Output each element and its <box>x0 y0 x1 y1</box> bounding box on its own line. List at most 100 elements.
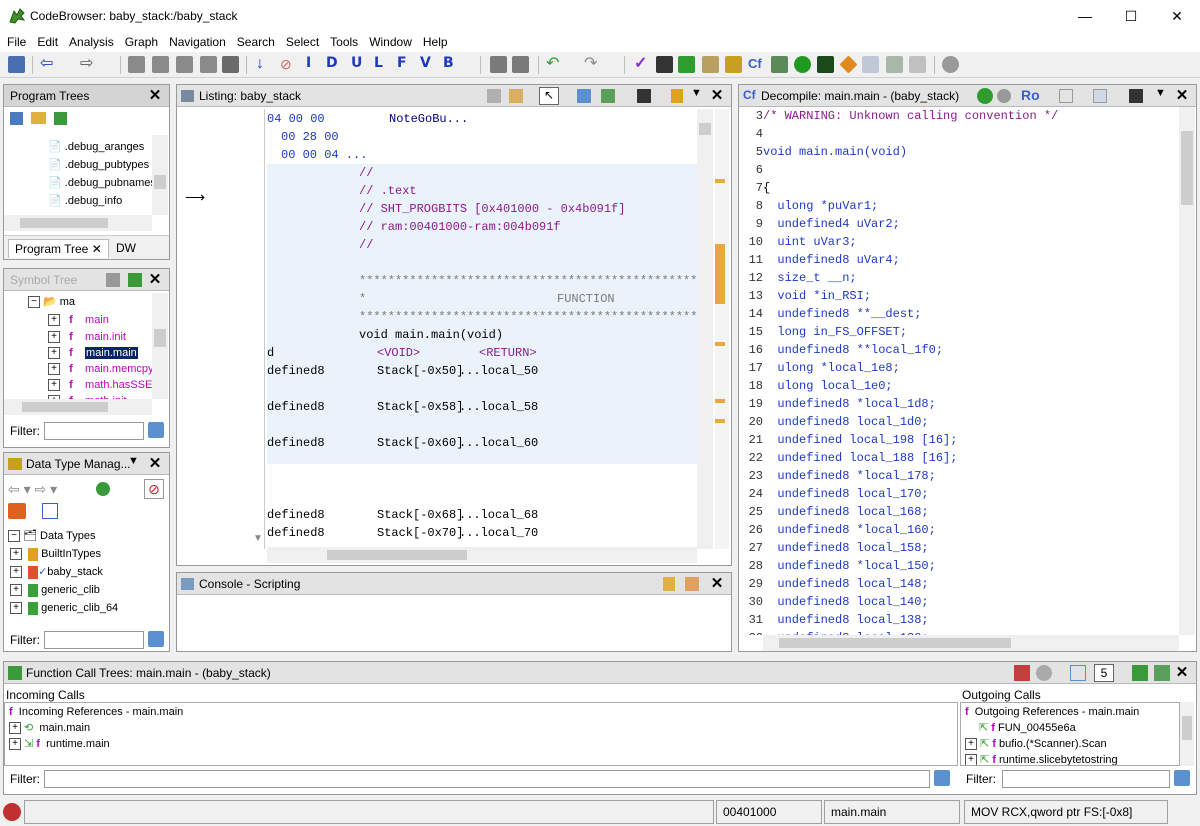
merge-icon[interactable] <box>54 112 67 125</box>
symbol-item[interactable]: + f main <box>48 311 109 329</box>
strings-icon[interactable] <box>702 56 719 73</box>
menu-analysis[interactable]: Analysis <box>65 32 118 52</box>
depth-count[interactable]: 5 <box>1094 664 1114 682</box>
nav-next-undefined-icon[interactable] <box>176 56 193 73</box>
local-var-row[interactable]: defined8 <box>267 526 325 540</box>
code-line[interactable]: long in_FS_OFFSET; <box>763 323 907 341</box>
incoming-item[interactable]: + ⇲ f runtime.main <box>9 735 110 753</box>
copy-icon[interactable] <box>487 89 501 103</box>
code-line[interactable]: undefined8 local_1d0; <box>763 413 928 431</box>
dtm-filter-toggle-icon[interactable]: ⊘ <box>144 479 164 499</box>
home-icon[interactable] <box>1014 665 1030 681</box>
help-icon[interactable] <box>942 56 959 73</box>
folder-ma[interactable]: − 📂 ma <box>28 293 75 311</box>
code-line[interactable]: undefined8 **__dest; <box>763 305 921 323</box>
decompile-hscroll[interactable] <box>763 635 1179 651</box>
menu-edit[interactable]: Edit <box>33 32 62 52</box>
local-var-row[interactable]: defined8 <box>267 400 325 414</box>
open-folder-icon[interactable] <box>31 112 46 124</box>
console-icon[interactable] <box>817 56 834 73</box>
close-listing-button[interactable]: ✕ <box>709 85 725 107</box>
outgoing-item[interactable]: + ⇱ f runtime.slicebytetostring <box>965 751 1118 765</box>
menu-tools[interactable]: Tools <box>326 32 362 52</box>
listing-icon[interactable] <box>862 56 879 73</box>
toolbar-letter-v[interactable]: V <box>420 55 431 71</box>
menu-file[interactable]: File <box>3 32 30 52</box>
clear-console-icon[interactable] <box>685 577 699 591</box>
symbol-tree-vscroll[interactable] <box>152 293 168 399</box>
outgoing-filter-options-icon[interactable] <box>1174 770 1190 786</box>
code-line[interactable]: undefined4 uVar2; <box>763 215 899 233</box>
code-line[interactable]: undefined8 local_148; <box>763 575 928 593</box>
code-line[interactable]: undefined8 *local_1d8; <box>763 395 935 413</box>
code-line[interactable]: undefined8 *local_160; <box>763 521 935 539</box>
toolbar-letter-f[interactable]: F <box>397 55 407 71</box>
nav-next-function-icon[interactable] <box>222 56 239 73</box>
nav-next-label-icon[interactable] <box>200 56 217 73</box>
toolbar-letter-d[interactable]: D <box>326 55 338 71</box>
redo-icon[interactable]: ↷ <box>584 56 601 73</box>
edit-signature-icon[interactable] <box>1093 89 1107 103</box>
close-console-button[interactable]: ✕ <box>709 573 725 595</box>
close-data-type-manager-button[interactable]: ✕ <box>147 453 163 475</box>
toolbar-letter-u[interactable]: U <box>351 55 362 71</box>
code-line[interactable]: ulong local_1e0; <box>763 377 892 395</box>
decompile-vscroll[interactable] <box>1179 107 1195 635</box>
incoming-filter-input[interactable] <box>44 770 930 788</box>
data-type-archive[interactable]: + generic_clib_64 <box>10 599 118 617</box>
listing-hscroll[interactable] <box>267 547 697 563</box>
incoming-filter-options-icon[interactable] <box>934 770 950 786</box>
code-line[interactable]: /* WARNING: Unknown calling convention *… <box>763 107 1058 125</box>
decompiler-icon[interactable]: Cf <box>748 56 765 73</box>
script-manager-icon[interactable] <box>886 56 903 73</box>
toolbar-letter-l[interactable]: L <box>374 55 383 71</box>
outgoing-filter-input[interactable] <box>1002 770 1170 788</box>
tree-item[interactable]: 📄 .debug_info <box>48 192 122 210</box>
field-editor-icon[interactable] <box>577 89 591 103</box>
menu-help[interactable]: Help <box>419 32 452 52</box>
local-var-row[interactable]: defined8 <box>267 508 325 522</box>
run-script-icon[interactable] <box>794 56 811 73</box>
diff-icon[interactable] <box>601 89 615 103</box>
read-only-toggle[interactable]: Ro <box>1021 87 1040 103</box>
code-line[interactable]: undefined8 uVar4; <box>763 251 899 269</box>
listing-menu-dropdown-icon[interactable]: ▼ <box>691 87 702 99</box>
close-window-button[interactable]: ✕ <box>1154 0 1200 32</box>
code-line[interactable]: undefined8 local_158; <box>763 539 928 557</box>
tree-item[interactable]: 📄 .debug_pubtypes <box>48 156 149 174</box>
code-line[interactable]: undefined8 **local_1f0; <box>763 341 943 359</box>
decompile-menu-dropdown-icon[interactable]: ▼ <box>1155 87 1166 99</box>
code-line[interactable]: undefined8 *local_178; <box>763 467 935 485</box>
cursor-mode-icon[interactable]: ↖ <box>539 87 559 105</box>
code-line[interactable]: undefined8 *local_150; <box>763 557 935 575</box>
minimize-button[interactable]: — <box>1062 0 1108 32</box>
code-line[interactable]: void main.main(void) <box>763 143 907 161</box>
code-line[interactable]: undefined8 local_168; <box>763 503 928 521</box>
menu-graph[interactable]: Graph <box>121 32 162 52</box>
function-graph-icon[interactable] <box>678 56 695 73</box>
copy-decompile-icon[interactable] <box>1059 89 1073 103</box>
code-line[interactable]: ulong *puVar1; <box>763 197 878 215</box>
data-type-archive[interactable]: + generic_clib <box>10 581 100 599</box>
code-line[interactable]: undefined8 local_138; <box>763 611 928 629</box>
code-line[interactable]: void *in_RSI; <box>763 287 871 305</box>
export-calls-icon[interactable] <box>1132 665 1148 681</box>
code-line[interactable]: { <box>763 179 770 197</box>
data-types-icon[interactable] <box>725 56 742 73</box>
snapshot-icon[interactable] <box>637 89 651 103</box>
local-var-row[interactable]: defined8 <box>267 364 325 378</box>
close-call-trees-button[interactable]: ✕ <box>1174 662 1190 684</box>
menu-search[interactable]: Search <box>233 32 279 52</box>
bytes-viewer-icon[interactable] <box>656 56 673 73</box>
console-error-icon[interactable] <box>3 803 21 821</box>
symbol-filter-input[interactable] <box>44 422 144 440</box>
close-decompile-button[interactable]: ✕ <box>1174 85 1190 107</box>
nav-next-data-icon[interactable] <box>152 56 169 73</box>
lock-icon[interactable] <box>663 577 675 591</box>
code-line[interactable]: undefined local_198 [16]; <box>763 431 957 449</box>
tree-item[interactable]: 📄 .debug_aranges <box>48 138 144 156</box>
navigate-calls-icon[interactable] <box>1154 665 1170 681</box>
snapshot-decompile-icon[interactable] <box>997 89 1011 103</box>
navigate-icon[interactable] <box>128 273 142 287</box>
code-line[interactable]: undefined8 local_140; <box>763 593 928 611</box>
